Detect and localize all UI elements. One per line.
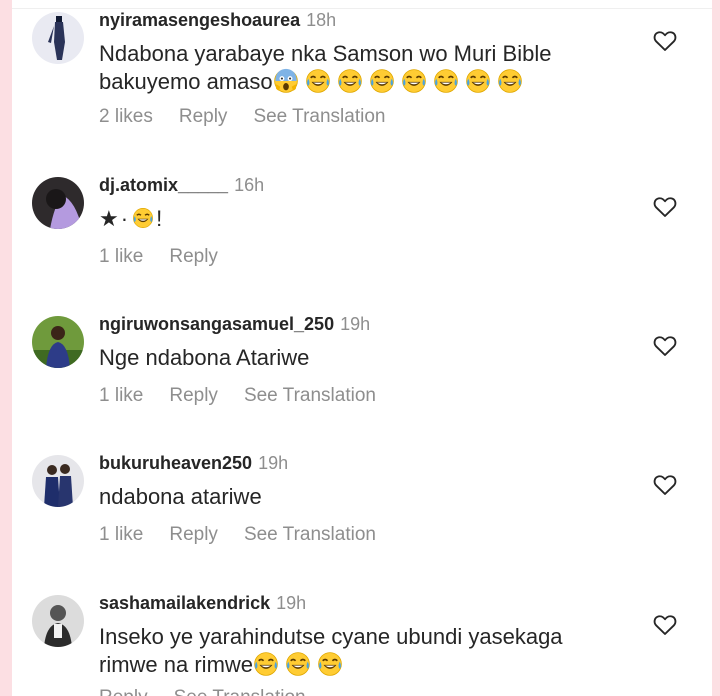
see-translation-link[interactable]: See Translation [244,524,376,545]
avatar[interactable] [32,316,84,368]
comment-header: nyiramasengeshoaurea 18h [99,10,336,31]
heart-outline-icon[interactable] [653,196,677,218]
face-with-tears-of-joy-icon [401,68,427,94]
comment-actions: 2 likes Reply See Translation [99,106,411,128]
avatar[interactable] [32,455,84,507]
comment-body-line-2: rimwe na rimwe [99,652,254,677]
comment-actions: 1 like Reply See Translation [99,524,402,546]
comment-actions: 1 like Reply [99,246,244,268]
reply-button[interactable]: Reply [169,385,218,406]
see-translation-link[interactable]: See Translation [244,385,376,406]
comment-header: sashamailakendrick 19h [99,593,306,614]
timestamp: 19h [258,453,289,473]
likes-count[interactable]: 2 likes [99,106,153,127]
comment-actions: 1 like Reply See Translation [99,385,402,407]
face-with-tears-of-joy-icon [305,68,331,94]
face-with-tears-of-joy-icon [433,68,459,94]
face-with-tears-of-joy-icon [317,651,343,677]
avatar[interactable] [32,595,84,647]
reply-button[interactable]: Reply [179,106,228,127]
face-with-tears-of-joy-icon [132,207,154,229]
face-with-tears-of-joy-icon [369,68,395,94]
heart-outline-icon[interactable] [653,614,677,636]
reply-button[interactable]: Reply [169,246,218,267]
comment-text: Ndabona yarabaye nka Samson wo Muri Bibl… [99,40,619,96]
likes-count[interactable]: 1 like [99,385,143,406]
comments-panel: nyiramasengeshoaurea 18h Ndabona yarabaye… [12,0,712,696]
timestamp: 19h [276,593,307,613]
heart-outline-icon[interactable] [653,335,677,357]
comment-actions: Reply See Translation [99,687,332,696]
comment-header: bukuruheaven250 19h [99,453,288,474]
see-translation-link[interactable]: See Translation [253,106,385,127]
avatar[interactable] [32,177,84,229]
face-with-tears-of-joy-icon [337,68,363,94]
username[interactable]: bukuruheaven250 [99,453,252,473]
timestamp: 16h [234,175,265,195]
heart-outline-icon[interactable] [653,474,677,496]
username[interactable]: nyiramasengeshoaurea [99,10,300,30]
username[interactable]: dj.atomix_____ [99,175,228,195]
exclamation: ! [156,206,163,231]
timestamp: 18h [306,10,337,30]
likes-count[interactable]: 1 like [99,246,143,267]
heart-outline-icon[interactable] [653,30,677,52]
face-with-tears-of-joy-icon [497,68,523,94]
comment-body-line-1: Inseko ye yarahindutse cyane ubundi yase… [99,624,563,649]
see-translation-link[interactable]: See Translation [174,687,306,696]
comment-header: ngiruwonsangasamuel_250 19h [99,314,370,335]
comment-body-line-2-wrap: rimwe na rimwe [99,651,619,679]
face-with-tears-of-joy-icon [285,651,311,677]
top-divider [12,8,712,9]
timestamp: 19h [340,314,371,334]
star-glyph: ★ [99,206,119,231]
face-with-tears-of-joy-icon [465,68,491,94]
username[interactable]: sashamailakendrick [99,593,270,613]
avatar[interactable] [32,12,84,64]
reply-button[interactable]: Reply [169,524,218,545]
face-with-tears-of-joy-icon [253,651,279,677]
comment-text: ndabona atariwe [99,484,262,509]
comment-header: dj.atomix_____ 16h [99,175,264,196]
comment-text: Nge ndabona Atariwe [99,345,310,370]
comment-text: Inseko ye yarahindutse cyane ubundi yase… [99,623,619,679]
likes-count[interactable]: 1 like [99,524,143,545]
dot-glyph: · [120,206,129,231]
face-screaming-in-fear-icon [273,68,299,94]
username[interactable]: ngiruwonsangasamuel_250 [99,314,334,334]
comment-text: ★·! [99,205,619,233]
reply-button[interactable]: Reply [99,687,148,696]
